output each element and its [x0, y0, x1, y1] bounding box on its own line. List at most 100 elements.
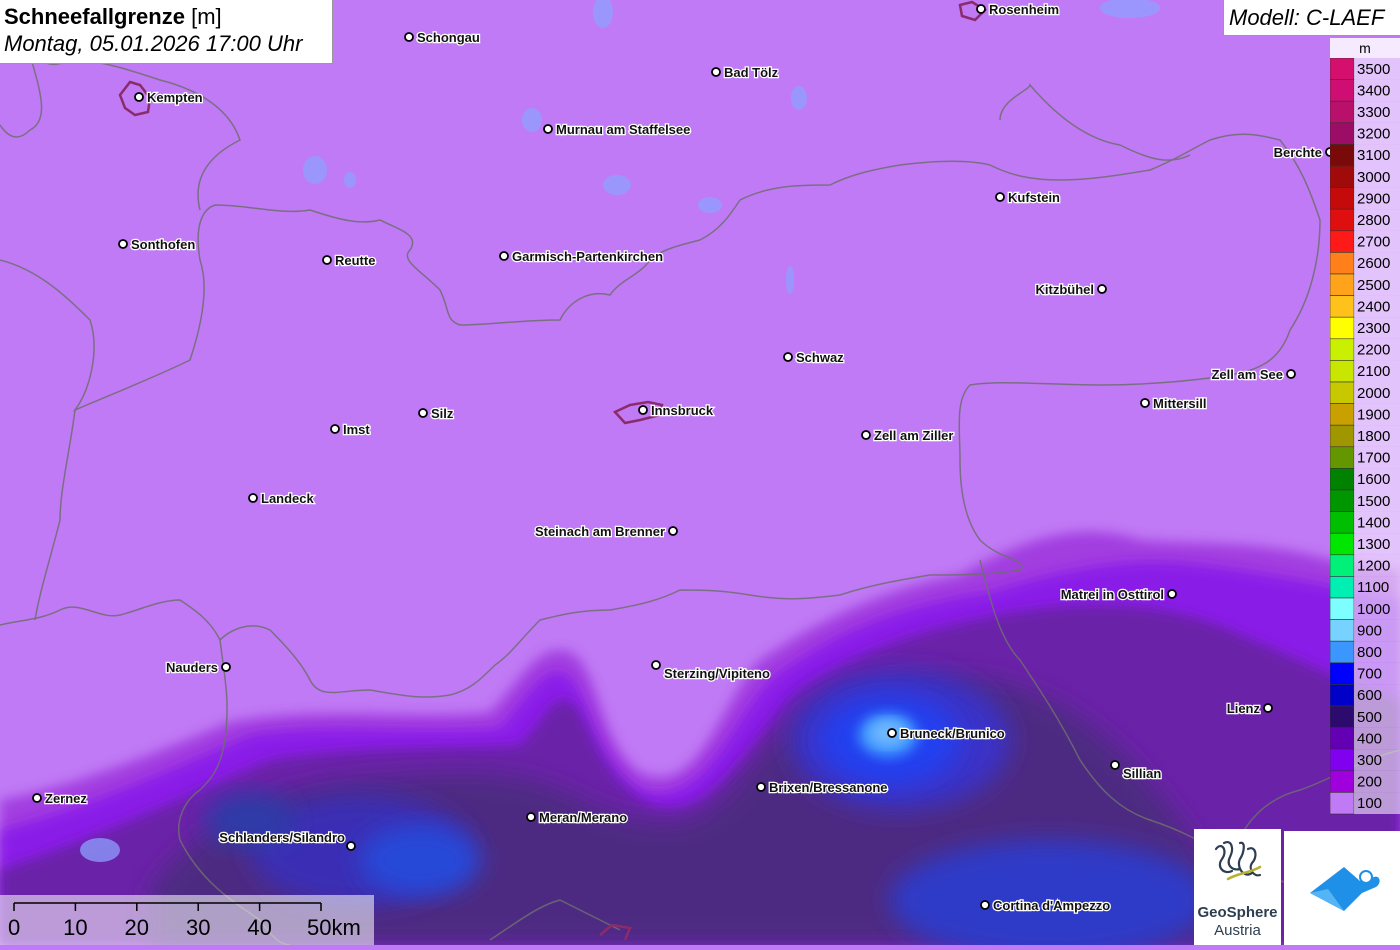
legend-swatch [1330, 79, 1355, 102]
city-label: Meran/Merano [539, 810, 627, 825]
city-dot [1140, 398, 1150, 408]
legend-swatch [1330, 489, 1355, 512]
city-label: Bad Tölz [724, 65, 779, 80]
legend-swatch [1330, 554, 1355, 577]
legend-swatch [1330, 640, 1355, 664]
geosphere-logo: GeoSphere Austria [1194, 829, 1281, 945]
city-label: Brixen/Bressanone [769, 780, 888, 795]
legend-label: 3500 [1357, 61, 1390, 78]
legend-swatch [1330, 338, 1355, 361]
legend-swatch [1330, 252, 1355, 275]
legend-swatch [1330, 662, 1355, 685]
legend-label: 2600 [1357, 255, 1390, 272]
city-dot [995, 192, 1005, 202]
city-label: Imst [343, 422, 370, 437]
city-dot [1286, 369, 1296, 379]
weather-app-icon [1310, 867, 1380, 911]
legend-label: 2300 [1357, 320, 1390, 337]
city-label: Garmisch-Partenkirchen [512, 249, 663, 264]
legend-swatch [1330, 403, 1355, 426]
city-label: Cortina d'Ampezzo [993, 898, 1110, 913]
city-label: Bruneck/Brunico [900, 726, 1005, 741]
city-dot [887, 728, 897, 738]
legend-label: 600 [1357, 687, 1382, 704]
legend-label: 1900 [1357, 406, 1390, 423]
legend-swatch [1330, 748, 1355, 772]
legend-label: 900 [1357, 622, 1382, 639]
title: Schneefallgrenze [m] [4, 4, 222, 30]
city-label: Berchte [1274, 145, 1322, 160]
legend-swatch [1330, 273, 1355, 296]
legend-swatch [1330, 619, 1355, 642]
legend-unit: m [1330, 38, 1400, 58]
scale-label: 0 [8, 915, 20, 940]
title-unit: [m] [191, 4, 222, 29]
legend-label: 1300 [1357, 536, 1390, 553]
scale-bar-graphic: 0 10 20 30 40 50km [8, 902, 361, 940]
legend-swatch [1330, 165, 1355, 188]
city-label: Schongau [417, 30, 480, 45]
legend-swatch [1330, 58, 1355, 80]
city-label: Zernez [45, 791, 87, 806]
legend-label: 3200 [1357, 126, 1390, 143]
legend-swatch [1330, 144, 1355, 167]
legend-swatch [1330, 597, 1355, 620]
legend-swatch [1330, 208, 1355, 232]
city-label: Sonthofen [131, 237, 195, 252]
legend-swatch [1330, 532, 1355, 556]
city-label: Nauders [166, 660, 218, 675]
legend-swatch [1330, 468, 1355, 491]
geosphere-logo-icon [1214, 841, 1262, 881]
legend-label: 2900 [1357, 190, 1390, 207]
legend-label: 2100 [1357, 363, 1390, 380]
legend-label: 2700 [1357, 234, 1390, 251]
legend-label: 3300 [1357, 104, 1390, 121]
legend-label: 1600 [1357, 471, 1390, 488]
legend-label: 1400 [1357, 514, 1390, 531]
city-label: Silz [431, 406, 454, 421]
city-dot [248, 493, 258, 503]
scale-label: 30 [186, 915, 210, 940]
city-dot [221, 662, 231, 672]
city-dot [976, 4, 986, 14]
legend-swatch [1330, 511, 1355, 534]
legend-label: 800 [1357, 644, 1382, 661]
legend-label: 300 [1357, 752, 1382, 769]
legend-label: 3100 [1357, 147, 1390, 164]
scale-label: 10 [63, 915, 87, 940]
city-label: Schwaz [796, 350, 844, 365]
city-dot [651, 660, 661, 670]
city-label: Kufstein [1008, 190, 1060, 205]
legend-label: 1200 [1357, 558, 1390, 575]
legend-swatch [1330, 705, 1355, 728]
city-dot [980, 900, 990, 910]
legend-label: 3000 [1357, 169, 1390, 186]
legend-swatch [1330, 187, 1355, 210]
city-label: Rosenheim [989, 2, 1059, 17]
city-label: Landeck [261, 491, 315, 506]
legend-label: 500 [1357, 709, 1382, 726]
city-label: Matrei in Osttirol [1061, 587, 1164, 602]
city-dot [1167, 589, 1177, 599]
city-label: Sillian [1123, 766, 1161, 781]
city-label: Reutte [335, 253, 375, 268]
zone-700m-b [360, 825, 480, 895]
legend-label: 2000 [1357, 385, 1390, 402]
city-dot [134, 92, 144, 102]
city-dot [322, 255, 332, 265]
legend-swatch [1330, 727, 1355, 750]
city-label: Steinach am Brenner [535, 524, 665, 539]
forecast-datetime: Montag, 05.01.2026 17:00 Uhr [4, 31, 303, 56]
city-dot [668, 526, 678, 536]
legend-swatch [1330, 316, 1355, 340]
legend-swatch [1330, 122, 1355, 145]
legend-label: 700 [1357, 666, 1382, 683]
legend-swatch [1330, 295, 1355, 318]
city-dot [1110, 760, 1120, 770]
legend-swatch [1330, 100, 1355, 124]
city-dot [526, 812, 536, 822]
city-dot [1097, 284, 1107, 294]
legend-swatch [1330, 684, 1355, 707]
scale-bar: 0 10 20 30 40 50km [0, 895, 374, 945]
city-dot [346, 841, 356, 851]
